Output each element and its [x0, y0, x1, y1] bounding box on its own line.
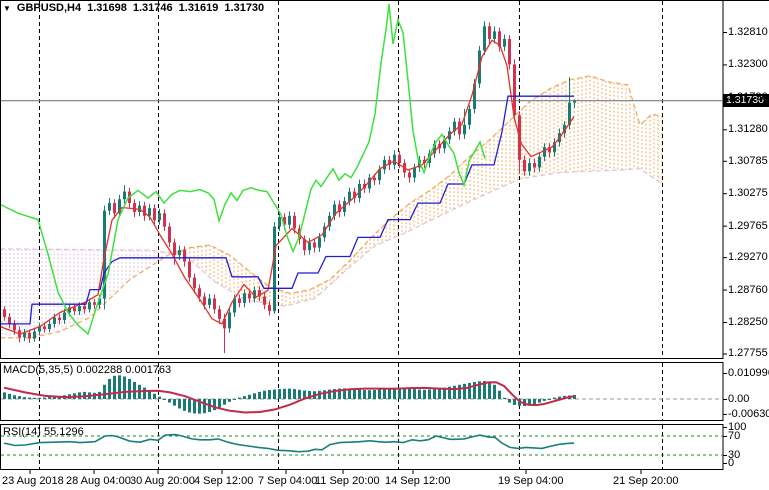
time-axis-label: 30 Aug 20:00 [130, 475, 195, 487]
time-axis-label: 4 Sep 12:00 [194, 475, 253, 487]
time-axis-label: 21 Sep 20:00 [613, 475, 678, 487]
time-axis-label: 28 Aug 04:00 [66, 475, 131, 487]
chart-title: ▼ GBPUSD,H4 1.31698 1.31746 1.31619 1.31… [3, 2, 264, 14]
rsi-level-lines [1, 436, 722, 455]
price-axis-label: 1.27755 [728, 347, 768, 359]
price-axis-label: 1.29765 [728, 220, 768, 232]
chart-canvas[interactable] [0, 0, 769, 490]
macd-indicator-label: MACD(5,35,5) 0.002288 0.001763 [3, 364, 171, 376]
price-axis-label: 1.28760 [728, 284, 768, 296]
macd-axis-label: -0.006301 [728, 408, 769, 420]
chart-window: ▼ GBPUSD,H4 1.31698 1.31746 1.31619 1.31… [0, 0, 769, 490]
time-axis-label: 7 Sep 04:00 [258, 475, 317, 487]
price-axis-label: 1.32300 [728, 58, 768, 70]
price-axis-label: 1.30785 [728, 155, 768, 167]
price-axis-label: 1.31280 [728, 123, 768, 135]
ohlc-high: 1.31746 [133, 2, 173, 14]
rsi-axis-label: 0 [728, 457, 734, 469]
macd-histogram [3, 375, 576, 413]
ohlc-open: 1.31698 [87, 2, 127, 14]
macd-axis-label: 0.00 [728, 393, 749, 405]
ohlc-close: 1.31730 [224, 2, 264, 14]
ichimoku-lines-layer [0, 4, 574, 334]
rsi-indicator-label: RSI(14) 55.1296 [3, 426, 84, 438]
price-axis-label: 1.29270 [728, 251, 768, 263]
time-axis-label: 19 Sep 04:00 [498, 475, 563, 487]
symbol-period-label: GBPUSD,H4 [17, 2, 81, 14]
time-axis-label: 11 Sep 20:00 [315, 475, 380, 487]
price-axis-label: 1.30275 [728, 187, 768, 199]
symbol-dropdown-icon[interactable]: ▼ [3, 3, 11, 14]
time-axis-label: 23 Aug 2018 [2, 475, 64, 487]
ohlc-low: 1.31619 [179, 2, 219, 14]
rsi-line [4, 435, 574, 452]
macd-axis-label: 0.010996 [728, 367, 769, 379]
price-axis-label: 1.28250 [728, 316, 768, 328]
rsi-axis-label: 70 [728, 430, 740, 442]
axis-ticks [30, 33, 727, 475]
time-axis-label: 14 Sep 12:00 [385, 475, 450, 487]
price-axis-label: 1.31790 [728, 91, 768, 103]
price-axis-label: 1.32810 [728, 26, 768, 38]
